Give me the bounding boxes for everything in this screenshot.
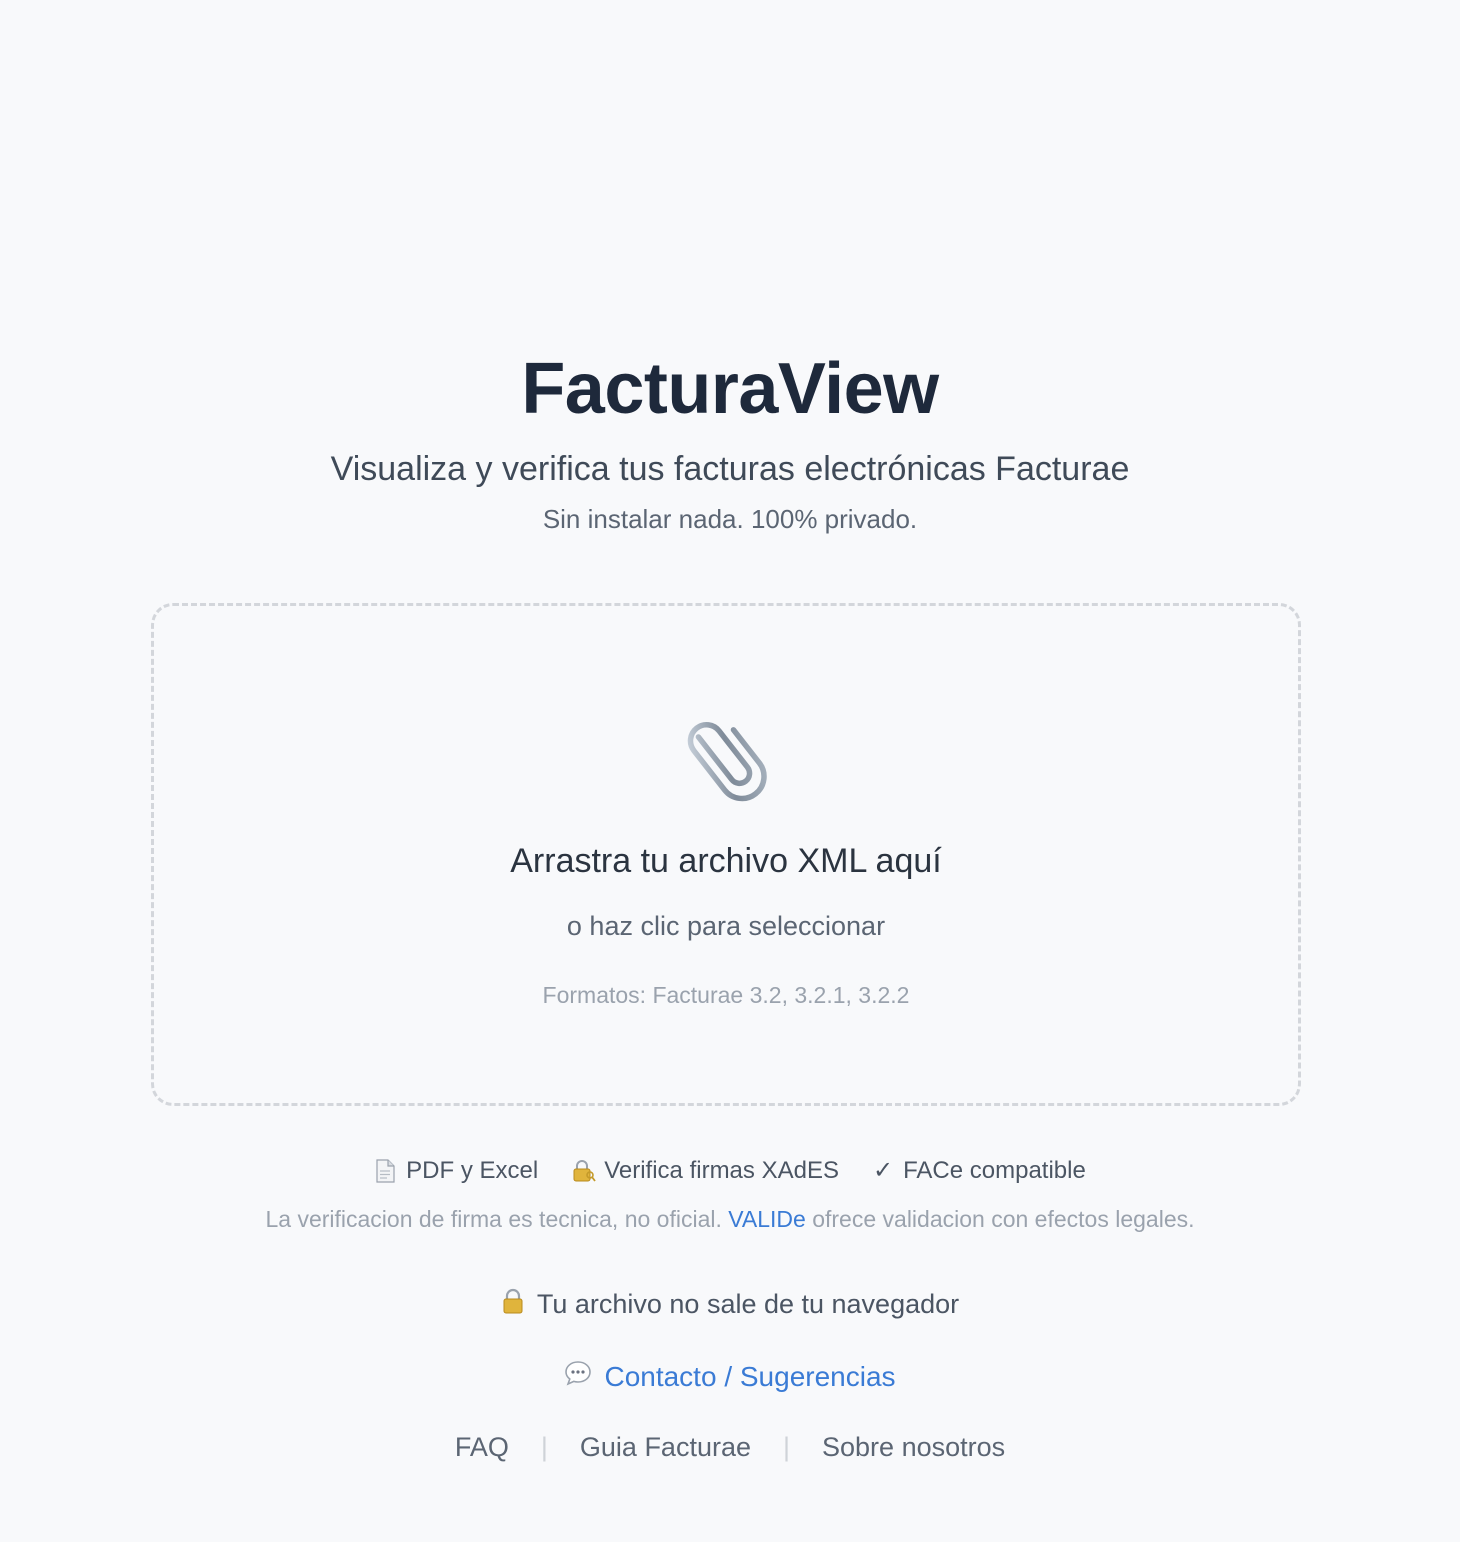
lock-key-icon: [572, 1159, 596, 1183]
contact-link[interactable]: Contacto / Sugerencias: [604, 1361, 895, 1393]
footer-nav: FAQ | Guia Facturae | Sobre nosotros: [0, 1432, 1460, 1463]
speech-bubble-icon: [564, 1360, 592, 1393]
file-dropzone[interactable]: Arrastra tu archivo XML aquí o haz clic …: [151, 603, 1301, 1106]
feature-pdf-excel: PDF y Excel: [374, 1156, 538, 1185]
contact-row: Contacto / Sugerencias: [0, 1360, 1460, 1393]
feature-label: Verifica firmas XAdES: [604, 1156, 839, 1184]
signature-disclaimer: La verificacion de firma es tecnica, no …: [0, 1206, 1460, 1233]
footer-link-guia[interactable]: Guia Facturae: [580, 1432, 751, 1463]
paperclip-icon: [154, 706, 1298, 806]
footer-link-about[interactable]: Sobre nosotros: [822, 1432, 1005, 1463]
document-icon: [374, 1158, 396, 1183]
privacy-notice: Tu archivo no sale de tu navegador: [0, 1288, 1460, 1321]
disclaimer-text-after: ofrece validacion con efectos legales.: [805, 1206, 1195, 1232]
dropzone-title: Arrastra tu archivo XML aquí: [510, 842, 942, 880]
feature-list: PDF y Excel Verifica firmas XAdES ✓ FACe…: [0, 1156, 1460, 1185]
app-tagline: Sin instalar nada. 100% privado.: [542, 504, 918, 534]
valide-link[interactable]: VALIDe: [728, 1206, 806, 1232]
feature-signatures: Verifica firmas XAdES: [572, 1156, 839, 1185]
feature-label: PDF y Excel: [406, 1156, 539, 1184]
dropzone-subtitle: o haz clic para seleccionar: [566, 911, 886, 941]
footer-link-faq[interactable]: FAQ: [455, 1432, 509, 1463]
checkmark-icon: ✓: [872, 1157, 894, 1184]
footer-separator: |: [783, 1432, 791, 1462]
feature-face: ✓ FACe compatible: [873, 1156, 1086, 1185]
lock-icon: [501, 1288, 525, 1321]
feature-label: FACe compatible: [903, 1156, 1086, 1184]
app-title: FacturaView: [521, 349, 939, 429]
privacy-text: Tu archivo no sale de tu navegador: [536, 1289, 960, 1319]
app-subtitle: Visualiza y verifica tus facturas electr…: [330, 450, 1130, 488]
footer-separator: |: [540, 1432, 548, 1462]
disclaimer-text-before: La verificacion de firma es tecnica, no …: [265, 1206, 729, 1232]
dropzone-formats: Formatos: Facturae 3.2, 3.2.1, 3.2.2: [542, 982, 910, 1008]
page: FacturaView Visualiza y verifica tus fac…: [0, 0, 1460, 1542]
